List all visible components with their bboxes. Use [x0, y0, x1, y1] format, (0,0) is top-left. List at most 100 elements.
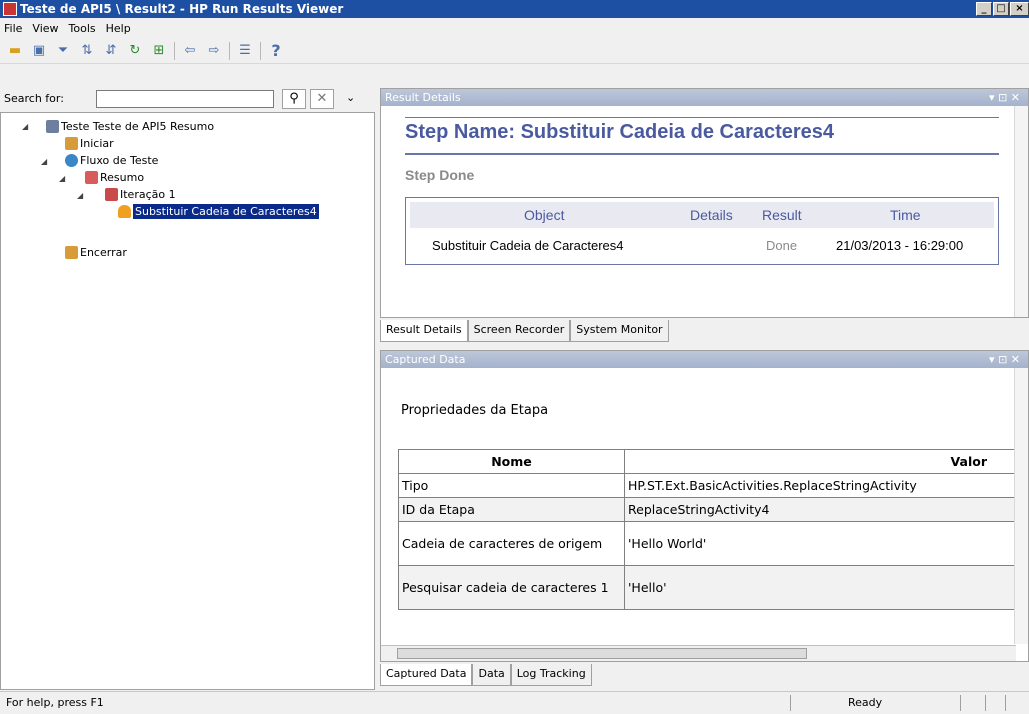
minimize-button[interactable]: _ [976, 2, 992, 16]
steps-table-box: Object Details Result Time Substituir Ca… [405, 197, 999, 265]
cell-name: ID da Etapa [398, 497, 625, 522]
data-tabs: Captured Data Data Log Tracking [380, 664, 592, 686]
step-icon [65, 246, 78, 259]
status-divider [960, 695, 961, 711]
tab-data[interactable]: Data [472, 664, 511, 686]
tree-node-label: Encerrar [80, 246, 127, 259]
tree-node-label: Resumo [100, 171, 145, 184]
cell-object: Substituir Cadeia de Caracteres4 [432, 238, 624, 253]
table-row: Tipo HP.ST.Ext.BasicActivities.ReplaceSt… [398, 473, 1018, 498]
collapse-icon[interactable]: ◢ [41, 157, 47, 166]
results-tree: ◢ Teste Teste de API5 Resumo Iniciar ◢ F… [0, 112, 375, 690]
tree-node-label: Iteração 1 [120, 188, 176, 201]
tab-log-tracking[interactable]: Log Tracking [510, 664, 592, 686]
cell-value: 'Hello' [624, 565, 1018, 610]
status-divider [1005, 695, 1006, 711]
tab-result-details[interactable]: Result Details [380, 320, 468, 342]
menu-view[interactable]: View [32, 22, 58, 35]
collapse-icon[interactable]: ◢ [77, 191, 83, 200]
tree-node-root[interactable]: Teste Teste de API5 Resumo [46, 119, 214, 134]
section-title: Propriedades da Etapa [401, 403, 549, 418]
search-row: Search for: ⚲ ✕ ⌄ [0, 88, 375, 110]
captured-data-vscrollbar[interactable] [1014, 368, 1028, 644]
status-bar: For help, press F1 Ready [0, 691, 1029, 713]
app-icon [3, 2, 17, 16]
column-header-details: Details [690, 207, 733, 223]
tree-node-end[interactable]: Encerrar [65, 245, 127, 260]
column-header-result: Result [762, 207, 802, 223]
window-title: Teste de API5 \ Result2 - HP Run Results… [20, 2, 344, 16]
column-header-value: Valor [624, 449, 1018, 474]
search-input[interactable] [96, 90, 274, 108]
search-label: Search for: [4, 92, 64, 105]
tree-node-label: Teste Teste de API5 Resumo [61, 120, 215, 133]
pane-options-icon[interactable]: ▾ ⊡ ✕ [989, 351, 1020, 368]
close-button[interactable]: × [1010, 2, 1029, 16]
step-status: Step Done [405, 167, 475, 183]
status-help-text: For help, press F1 [6, 696, 104, 709]
divider [405, 117, 999, 118]
result-tabs: Result Details Screen Recorder System Mo… [380, 320, 669, 342]
scroll-thumb[interactable] [397, 648, 807, 659]
clear-search-icon[interactable]: ✕ [310, 89, 334, 109]
summary-icon [85, 171, 98, 184]
table-header-row: Nome Valor [398, 449, 1018, 474]
tree-node-step-selected[interactable]: Substituir Cadeia de Caracteres4 [118, 204, 319, 219]
forward-icon[interactable]: ⇨ [205, 42, 223, 60]
tab-captured-data[interactable]: Captured Data [380, 664, 473, 686]
cell-name: Pesquisar cadeia de caracteres 1 [398, 565, 625, 610]
tree-node-iteration[interactable]: Iteração 1 [105, 187, 176, 202]
tree-node-label: Iniciar [80, 137, 114, 150]
toolbar-separator [260, 41, 261, 60]
maximize-button[interactable]: □ [993, 2, 1009, 16]
table-row: ID da Etapa ReplaceStringActivity4 [398, 497, 1018, 522]
toolbar-separator [229, 41, 230, 60]
print-icon[interactable]: ▣ [30, 42, 48, 60]
tree-node-label: Substituir Cadeia de Caracteres4 [133, 204, 319, 219]
cell-value: ReplaceStringActivity4 [624, 497, 1018, 522]
title-bar: Teste de API5 \ Result2 - HP Run Results… [0, 0, 1029, 18]
result-details-scrollbar[interactable] [1014, 106, 1028, 317]
column-header-object: Object [524, 207, 565, 223]
pane-options-icon[interactable]: ▾ ⊡ ✕ [989, 89, 1020, 106]
replace-icon [118, 205, 131, 218]
collapse-icon[interactable]: ◢ [22, 122, 28, 131]
expand-icon[interactable]: ⇵ [102, 42, 120, 60]
search-icon[interactable]: ⚲ [282, 89, 306, 109]
tree-node-label: Fluxo de Teste [80, 154, 159, 167]
collapse-icon[interactable]: ◢ [59, 174, 65, 183]
captured-data-pane: Captured Data ▾ ⊡ ✕ Propriedades da Etap… [380, 350, 1029, 662]
status-divider [790, 695, 791, 711]
tree-node-flow[interactable]: Fluxo de Teste [65, 153, 158, 168]
tree-node-start[interactable]: Iniciar [65, 136, 114, 151]
sort-icon[interactable]: ⇅ [78, 42, 96, 60]
pane-header: Result Details ▾ ⊡ ✕ [381, 89, 1028, 106]
menu-bar: File View Tools Help [0, 18, 1029, 38]
menu-help[interactable]: Help [106, 22, 131, 35]
cell-value: HP.ST.Ext.BasicActivities.ReplaceStringA… [624, 473, 1018, 498]
pane-header-label: Captured Data [385, 353, 466, 366]
pane-header-label: Result Details [385, 91, 461, 104]
properties-table: Nome Valor Tipo HP.ST.Ext.BasicActivitie… [398, 449, 1018, 610]
pane-header: Captured Data ▾ ⊡ ✕ [381, 351, 1028, 368]
back-icon[interactable]: ⇦ [181, 42, 199, 60]
cell-name: Tipo [398, 473, 625, 498]
help-icon[interactable]: ? [267, 41, 285, 60]
cell-time: 21/03/2013 - 16:29:00 [836, 238, 964, 253]
tab-system-monitor[interactable]: System Monitor [570, 320, 669, 342]
cell-result: Done [766, 238, 798, 253]
result-details-pane: Result Details ▾ ⊡ ✕ Step Name: Substitu… [380, 88, 1029, 318]
open-icon[interactable]: ▬ [6, 42, 24, 60]
export-icon[interactable]: ⊞ [150, 42, 168, 60]
captured-data-hscrollbar[interactable] [381, 645, 1016, 661]
iteration-icon [105, 188, 118, 201]
cell-value: 'Hello World' [624, 521, 1018, 566]
list-icon[interactable]: ☰ [236, 42, 254, 60]
tree-node-summary[interactable]: Resumo [85, 170, 144, 185]
filter-icon[interactable]: ⏷ [54, 42, 72, 60]
menu-tools[interactable]: Tools [69, 22, 96, 35]
tab-screen-recorder[interactable]: Screen Recorder [467, 320, 571, 342]
chevron-down-icon[interactable]: ⌄ [346, 91, 355, 104]
refresh-icon[interactable]: ↻ [126, 42, 144, 60]
menu-file[interactable]: File [4, 22, 22, 35]
